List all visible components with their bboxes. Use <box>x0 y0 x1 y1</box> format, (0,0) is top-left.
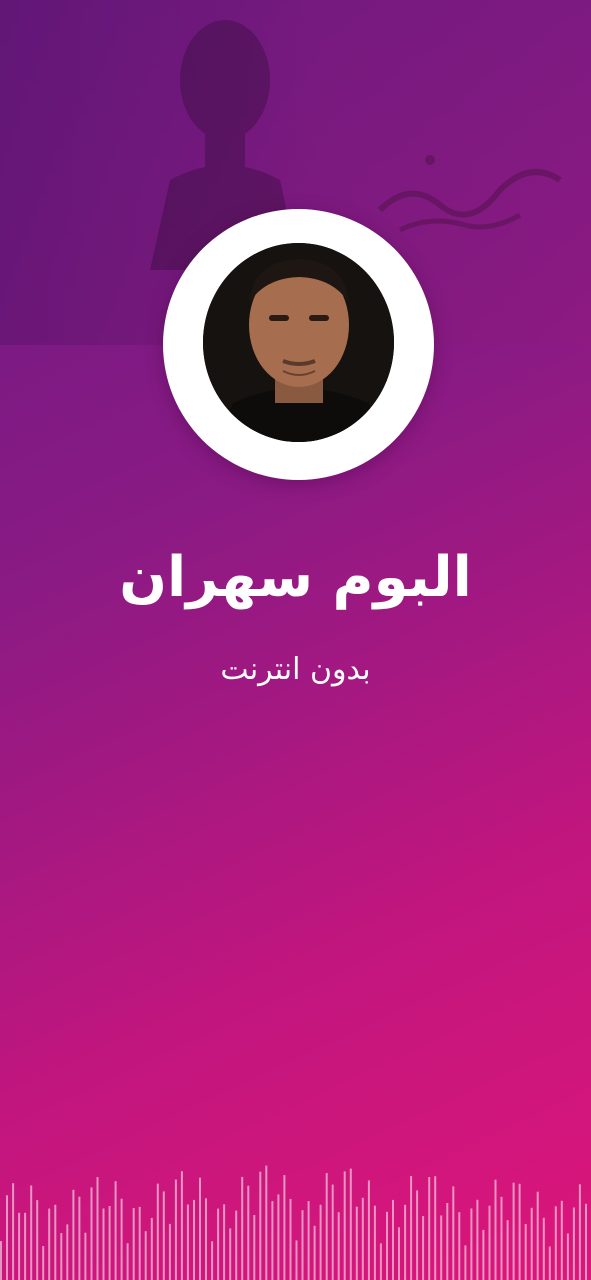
artist-avatar <box>203 243 394 442</box>
banner-calligraphy <box>377 155 562 233</box>
artist-portrait-icon <box>203 243 394 442</box>
audio-waveform-icon <box>0 1165 587 1280</box>
album-subtitle: بدون انترنت <box>220 652 371 687</box>
album-title: البوم سهران <box>119 545 472 610</box>
